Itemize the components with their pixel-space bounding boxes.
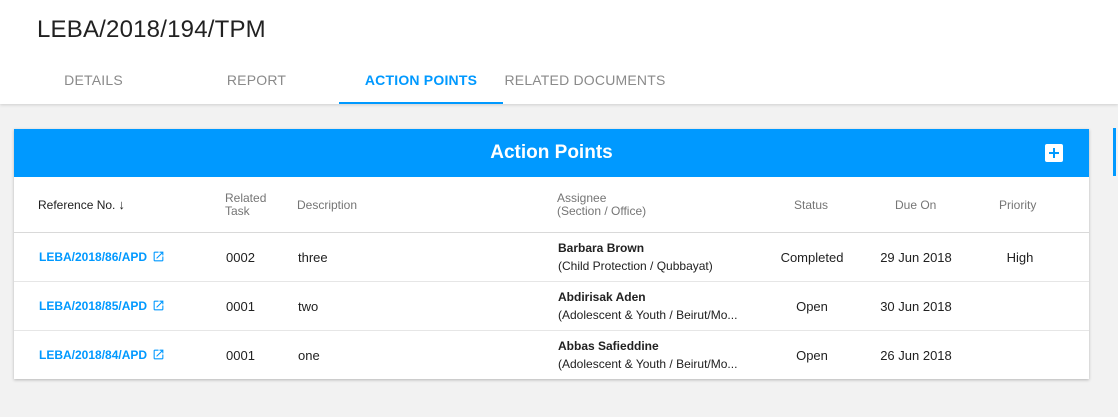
table-row[interactable]: LEBA/2018/84/APD 0001 one Abbas Safieddi… [14, 331, 1089, 379]
header-related-task: Related Task [225, 192, 266, 218]
open-in-new-icon[interactable] [152, 250, 165, 263]
due-on-cell: 29 Jun 2018 [880, 250, 952, 265]
tab-action-points[interactable]: ACTION POINTS [339, 58, 503, 104]
open-in-new-icon[interactable] [152, 348, 165, 361]
tab-details[interactable]: DETAILS [37, 58, 150, 104]
related-task-cell: 0001 [226, 299, 255, 314]
reference-link[interactable]: LEBA/2018/85/APD [39, 299, 147, 313]
assignee-section: (Child Protection / Qubbayat) [558, 259, 713, 273]
side-scroll-indicator [1113, 128, 1116, 176]
sort-reference-header[interactable]: Reference No. ↓ [38, 198, 125, 212]
header-due-on: Due On [895, 198, 937, 212]
header-assignee-line2: (Section / Office) [557, 204, 647, 218]
related-task-cell: 0001 [226, 348, 255, 363]
assignee-cell: Barbara Brown (Child Protection / Qubbay… [558, 241, 758, 273]
description-cell: two [298, 299, 319, 314]
table-header: Reference No. ↓ Related Task Description … [14, 177, 1089, 233]
related-task-cell: 0002 [226, 250, 255, 265]
assignee-cell: Abbas Safieddine (Adolescent & Youth / B… [558, 339, 758, 371]
due-on-cell: 30 Jun 2018 [880, 299, 952, 314]
table-row[interactable]: LEBA/2018/85/APD 0001 two Abdirisak Aden… [14, 282, 1089, 331]
header-reference: Reference No. [38, 198, 116, 212]
assignee-cell: Abdirisak Aden (Adolescent & Youth / Bei… [558, 290, 758, 322]
header-related-task-line2: Task [225, 204, 250, 218]
header-priority: Priority [999, 198, 1037, 212]
open-in-new-icon[interactable] [152, 299, 165, 312]
action-points-card: Action Points Reference No. ↓ Related Tas… [14, 129, 1089, 379]
tab-related-documents[interactable]: RELATED DOCUMENTS [503, 58, 667, 104]
reference-link[interactable]: LEBA/2018/86/APD [39, 250, 147, 264]
assignee-name: Abbas Safieddine [558, 339, 659, 353]
assignee-name: Abdirisak Aden [558, 290, 646, 304]
description-cell: three [298, 250, 328, 265]
page-header: LEBA/2018/194/TPM DETAILS REPORT ACTION … [0, 0, 1118, 104]
table-row[interactable]: LEBA/2018/86/APD 0002 three Barbara Brow… [14, 233, 1089, 282]
status-cell: Open [796, 348, 828, 363]
assignee-section: (Adolescent & Youth / Beirut/Mo... [558, 357, 738, 371]
add-box-icon[interactable] [1045, 144, 1063, 162]
reference-link[interactable]: LEBA/2018/84/APD [39, 348, 147, 362]
header-assignee: Assignee (Section / Office) [557, 192, 646, 218]
reference-cell: LEBA/2018/84/APD [39, 347, 165, 362]
assignee-name: Barbara Brown [558, 241, 645, 255]
description-cell: one [298, 348, 320, 363]
status-cell: Completed [780, 250, 844, 265]
priority-cell: High [1006, 250, 1034, 265]
assignee-section: (Adolescent & Youth / Beirut/Mo... [558, 308, 738, 322]
header-status: Status [794, 198, 829, 212]
page-title: LEBA/2018/194/TPM [37, 16, 266, 43]
tab-report[interactable]: REPORT [200, 58, 313, 104]
due-on-cell: 26 Jun 2018 [880, 348, 952, 363]
reference-cell: LEBA/2018/86/APD [39, 249, 165, 264]
status-cell: Open [796, 299, 828, 314]
card-title: Action Points [490, 142, 613, 163]
card-header: Action Points [14, 129, 1089, 177]
header-description: Description [297, 198, 358, 212]
arrow-down-icon[interactable]: ↓ [118, 198, 125, 211]
reference-cell: LEBA/2018/85/APD [39, 298, 165, 313]
